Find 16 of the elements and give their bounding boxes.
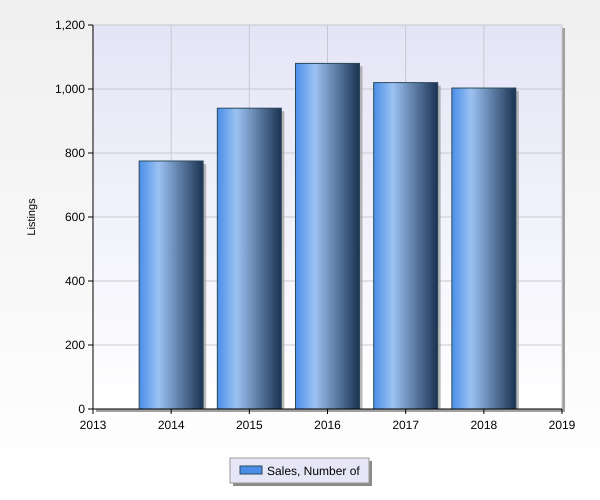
tick-label: 2014	[158, 418, 185, 432]
tick-label: 2018	[470, 418, 498, 432]
tick-label: 2013	[80, 418, 106, 432]
tick-label: 600	[64, 210, 85, 224]
tick-label: 2019	[548, 418, 576, 432]
tick-label: 800	[64, 146, 85, 160]
tick-label: 1,200	[54, 18, 85, 32]
tick-label: 0	[78, 402, 85, 416]
tick-label: 2017	[392, 418, 420, 432]
tick-label: 400	[64, 274, 85, 288]
tick-label: 2015	[236, 418, 263, 432]
tick-label: 2016	[314, 418, 341, 432]
axis-title: Listings	[26, 198, 38, 236]
legend-label: Sales, Number of	[267, 464, 360, 478]
tick-label: 200	[64, 338, 85, 352]
tick-label: 1,000	[54, 82, 85, 96]
